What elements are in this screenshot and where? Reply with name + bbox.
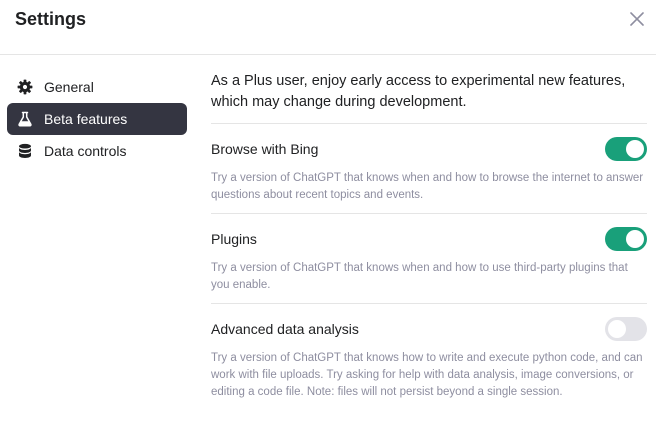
- toggle-knob: [626, 230, 644, 248]
- sidebar-item-label: General: [44, 79, 94, 95]
- toggle-knob: [608, 320, 626, 338]
- feature-advanced-data-analysis: Advanced data analysis Try a version of …: [211, 304, 647, 401]
- database-icon: [16, 142, 34, 160]
- feature-name: Browse with Bing: [211, 141, 319, 157]
- sidebar: General Beta features Data controls: [7, 71, 187, 167]
- feature-description: Try a version of ChatGPT that knows when…: [211, 262, 628, 291]
- feature-description: Try a version of ChatGPT that knows how …: [211, 352, 643, 398]
- sidebar-item-label: Beta features: [44, 111, 128, 127]
- sidebar-item-label: Data controls: [44, 143, 127, 159]
- feature-name: Advanced data analysis: [211, 321, 359, 337]
- dialog-title: Settings: [15, 9, 87, 29]
- sidebar-item-data-controls[interactable]: Data controls: [7, 135, 187, 167]
- close-icon: [630, 12, 644, 26]
- sidebar-item-general[interactable]: General: [7, 71, 187, 103]
- feature-description: Try a version of ChatGPT that knows when…: [211, 172, 644, 201]
- close-button[interactable]: [626, 8, 648, 30]
- browse-with-bing-toggle[interactable]: [605, 137, 647, 161]
- flask-icon: [16, 110, 34, 128]
- settings-dialog: Settings General Beta features Data cont…: [0, 0, 656, 422]
- dialog-header: Settings: [0, 0, 656, 55]
- feature-browse-with-bing: Browse with Bing Try a version of ChatGP…: [211, 124, 647, 213]
- feature-plugins: Plugins Try a version of ChatGPT that kn…: [211, 214, 647, 303]
- toggle-knob: [626, 140, 644, 158]
- intro-text: As a Plus user, enjoy early access to ex…: [211, 73, 626, 110]
- plugins-toggle[interactable]: [605, 227, 647, 251]
- gear-icon: [16, 78, 34, 96]
- feature-name: Plugins: [211, 231, 257, 247]
- sidebar-item-beta-features[interactable]: Beta features: [7, 103, 187, 135]
- advanced-data-analysis-toggle[interactable]: [605, 317, 647, 341]
- beta-features-panel: As a Plus user, enjoy early access to ex…: [211, 71, 647, 401]
